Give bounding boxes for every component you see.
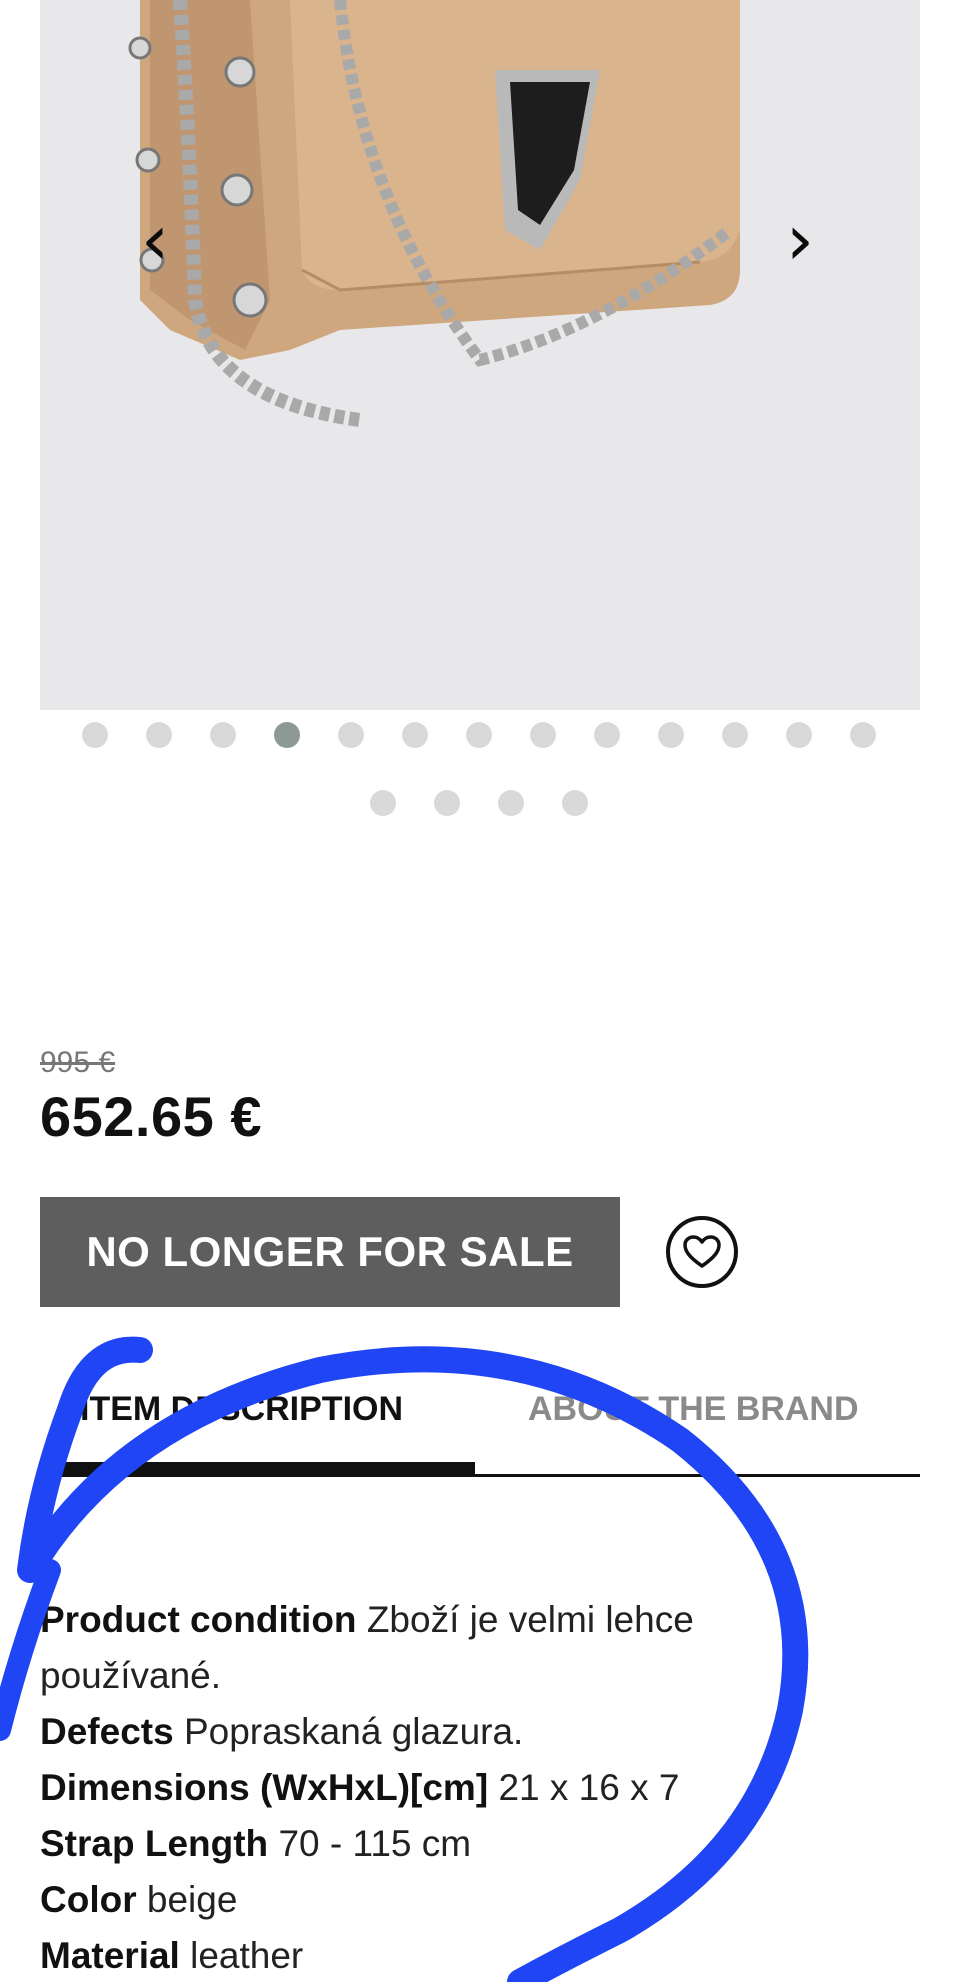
heart-icon [683, 1235, 721, 1268]
item-description-panel: Product condition Zboží je velmi lehce p… [40, 1592, 800, 1984]
current-price: 652.65 € [40, 1085, 262, 1148]
detail-row-dimensions: Dimensions (WxHxL)[cm] 21 x 16 x 7 [40, 1760, 800, 1816]
gallery-dot[interactable] [338, 722, 364, 748]
detail-row-color: Color beige [40, 1872, 800, 1928]
gallery-dot[interactable] [82, 722, 108, 748]
detail-row-defects: Defects Popraskaná glazura. [40, 1704, 800, 1760]
add-to-wishlist-button[interactable] [666, 1216, 738, 1288]
product-info-tabs: ITEM DESCRIPTION ABOUT THE BRAND [40, 1390, 920, 1477]
gallery-dot[interactable] [594, 722, 620, 748]
gallery-dot-active[interactable] [274, 722, 300, 748]
gallery-dot[interactable] [658, 722, 684, 748]
gallery-dot[interactable] [850, 722, 876, 748]
gallery-dot[interactable] [498, 790, 524, 816]
gallery-dot[interactable] [210, 722, 236, 748]
detail-value: 70 - 115 cm [278, 1823, 472, 1864]
gallery-dot[interactable] [402, 722, 428, 748]
no-longer-for-sale-button[interactable]: NO LONGER FOR SALE [40, 1197, 620, 1307]
original-price: 995 € [40, 1046, 116, 1079]
tab-item-description[interactable]: ITEM DESCRIPTION [80, 1390, 403, 1429]
gallery-dot[interactable] [146, 722, 172, 748]
gallery-dot[interactable] [530, 722, 556, 748]
detail-label: Defects [40, 1711, 184, 1752]
gallery-dot[interactable] [562, 790, 588, 816]
tab-about-the-brand[interactable]: ABOUT THE BRAND [528, 1390, 859, 1429]
chevron-left-icon: ‹ [141, 199, 169, 281]
detail-row-strap-length: Strap Length 70 - 115 cm [40, 1816, 800, 1872]
gallery-dot[interactable] [434, 790, 460, 816]
gallery-dot[interactable] [786, 722, 812, 748]
detail-label: Material [40, 1935, 191, 1976]
product-photo [40, 0, 920, 710]
detail-label: Product condition [40, 1599, 367, 1640]
detail-label: Color [40, 1879, 147, 1920]
gallery-dot[interactable] [722, 722, 748, 748]
detail-value: Popraskaná glazura. [183, 1711, 524, 1752]
detail-value: leather [190, 1935, 304, 1976]
detail-label: Dimensions (WxHxL)[cm] [40, 1767, 499, 1808]
detail-label: Strap Length [40, 1823, 279, 1864]
gallery-dot[interactable] [466, 722, 492, 748]
detail-value: beige [146, 1879, 238, 1920]
gallery-next-arrow[interactable]: › [770, 195, 830, 285]
gallery-prev-arrow[interactable]: ‹ [125, 195, 185, 285]
detail-row-condition: Product condition Zboží je velmi lehce p… [40, 1592, 800, 1704]
chevron-right-icon: › [786, 199, 814, 281]
detail-row-material: Material leather [40, 1928, 800, 1984]
active-tab-indicator [40, 1462, 475, 1474]
product-image-gallery[interactable]: ‹ › [40, 0, 920, 710]
gallery-dot[interactable] [370, 790, 396, 816]
detail-value: 21 x 16 x 7 [498, 1767, 680, 1808]
